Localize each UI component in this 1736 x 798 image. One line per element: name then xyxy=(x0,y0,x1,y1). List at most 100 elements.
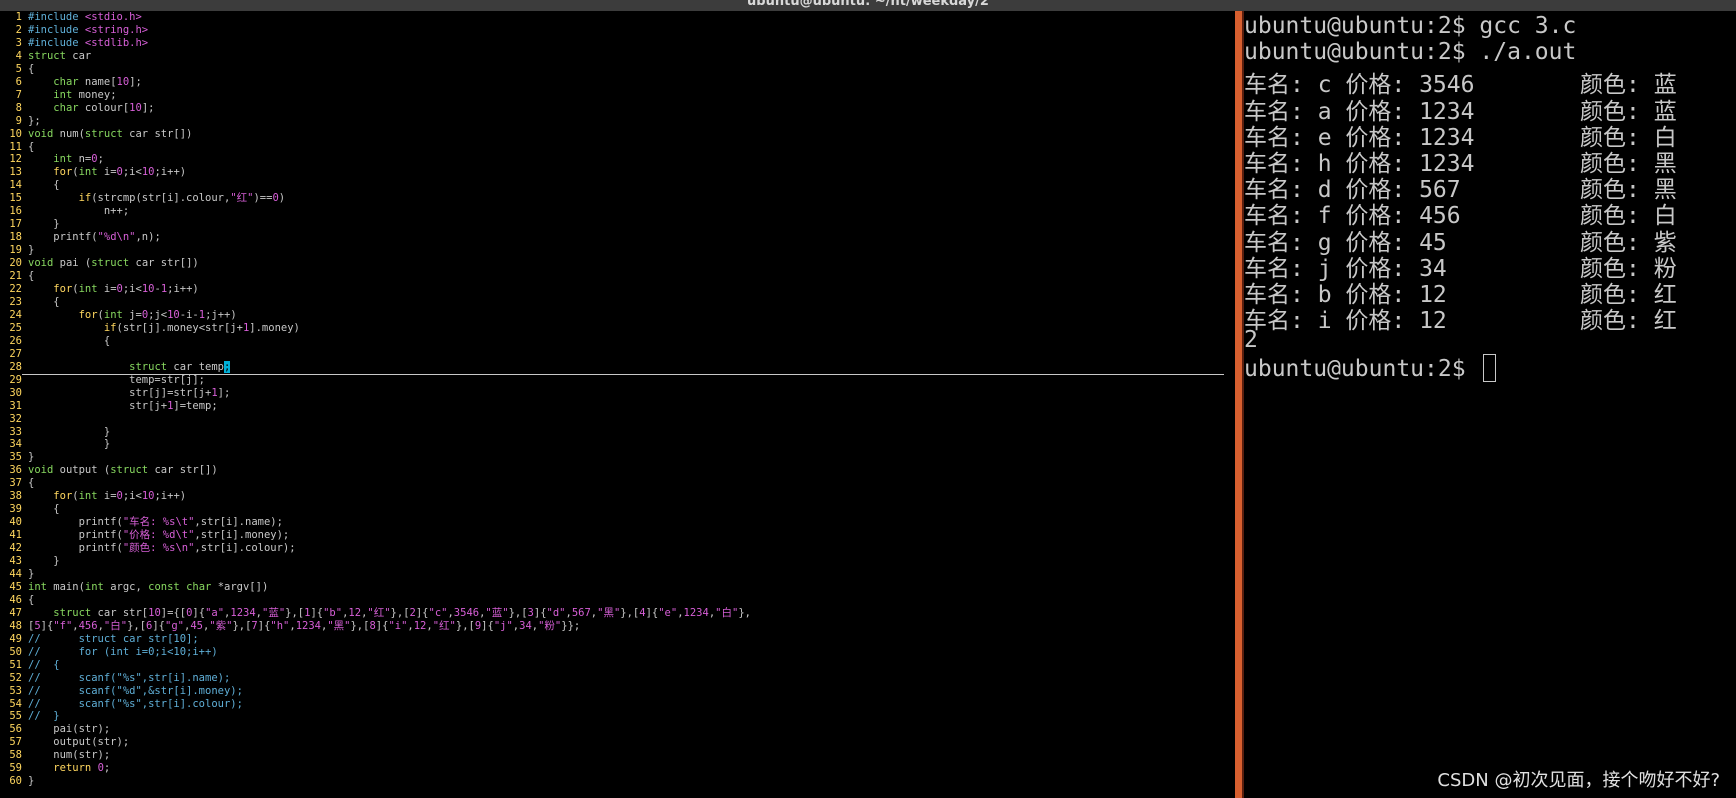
code-token: ; xyxy=(97,153,104,166)
code-line[interactable]: 9}; xyxy=(6,115,751,128)
code-line[interactable]: 6 char name[10]; xyxy=(6,76,751,89)
code-token: },[ xyxy=(508,606,528,619)
code-line[interactable]: 30 str[j]=str[j+1]; xyxy=(6,387,751,400)
code-token: %d\t xyxy=(162,529,189,542)
code-line[interactable]: 52 // scanf("%s",str[i].name); xyxy=(6,672,751,685)
code-line[interactable]: 28 struct car temp; xyxy=(6,360,751,374)
line-number: 50 xyxy=(9,645,22,658)
code-token: 1234 xyxy=(683,606,709,619)
code-token: void xyxy=(28,127,54,140)
line-number: 49 xyxy=(9,632,22,645)
code-token: int xyxy=(78,283,98,296)
code-line[interactable]: 16 n++; xyxy=(6,205,751,218)
line-number: 12 xyxy=(9,153,22,166)
code-line[interactable]: 47 struct car str[10]={[0]{"a",1234,"蓝"}… xyxy=(6,607,751,620)
window-title: ubuntu@ubuntu: ~/ht/weekday/2 xyxy=(747,0,989,9)
code-line[interactable]: 31 str[j+1]=temp; xyxy=(6,400,751,413)
code-token: ].money) xyxy=(249,321,300,334)
code-line[interactable]: 51 // { xyxy=(6,659,751,672)
code-line[interactable]: 49 // struct car str[10]; xyxy=(6,633,751,646)
code-line[interactable]: 24 for(int j=0;j<10-i-1;j++) xyxy=(6,309,751,322)
code-line[interactable]: 18 printf("%d\n",n); xyxy=(6,231,751,244)
code-line[interactable]: 57 output(str); xyxy=(6,736,751,749)
code-line[interactable]: 15 if(strcmp(str[i].colour,"红")==0) xyxy=(6,192,751,205)
code-line[interactable]: 10 void num(struct car str[]) xyxy=(6,128,751,141)
code-line[interactable]: 55 // } xyxy=(6,710,751,723)
line-number: 44 xyxy=(9,567,22,580)
line-number: 43 xyxy=(9,555,22,568)
code-line[interactable]: 44} xyxy=(6,568,751,581)
code-line[interactable]: 26 { xyxy=(6,335,751,348)
code-token: // scanf("%s",str[i].colour); xyxy=(28,697,243,710)
code-line[interactable]: 7 int money; xyxy=(6,89,751,102)
code-line[interactable]: 27 xyxy=(6,348,751,361)
code-line[interactable]: 46 { xyxy=(6,594,751,607)
terminal-pane[interactable]: ubuntu@ubuntu:2$ gcc 3.c ubuntu@ubuntu:2$… xyxy=(1244,11,1736,798)
code-line[interactable]: 1 #include <stdio.h> xyxy=(6,11,751,24)
code-line[interactable]: 2 #include <string.h> xyxy=(6,24,751,37)
code-token: 3546 xyxy=(453,606,480,619)
code-line[interactable]: 40 printf("车名: %s\t",str[i].name); xyxy=(6,516,751,529)
code-line[interactable]: 22 for(int i=0;i<10-1;i++) xyxy=(6,283,751,296)
code-token: car str[]) xyxy=(129,257,199,270)
code-line[interactable]: 20 void pai (struct car str[]) xyxy=(6,257,751,270)
code-token: const xyxy=(148,580,180,593)
code-line[interactable]: 60} xyxy=(6,775,751,788)
code-token: { xyxy=(28,503,60,516)
code-line[interactable]: 19} xyxy=(6,244,751,257)
line-number: 1 xyxy=(15,11,22,23)
code-line[interactable]: 53 // scanf("%d",&str[i].money); xyxy=(6,685,751,698)
code-line[interactable]: 32 xyxy=(6,413,751,426)
code-line[interactable]: 42 printf("颜色: %s\n",str[i].colour); xyxy=(6,542,751,555)
terminal-colour-column: 颜色: 红 xyxy=(1580,308,1677,335)
code-token: "e" xyxy=(658,606,678,619)
code-line[interactable]: 13 for(int i=0;i<10;i++) xyxy=(6,166,751,179)
pane-divider[interactable] xyxy=(1235,11,1242,798)
code-line[interactable]: 23 { xyxy=(6,296,751,309)
code-line[interactable]: 36 void output (struct car str[]) xyxy=(6,464,751,477)
code-line[interactable]: 3 #include <stdlib.h> xyxy=(6,37,751,50)
code-line[interactable]: 59 return 0; xyxy=(6,762,751,775)
code-line[interactable]: 54 // scanf("%s",str[i].colour); xyxy=(6,698,751,711)
code-view[interactable]: 1 #include <stdio.h> 2 #include <string.h> 3… xyxy=(6,11,751,788)
code-line[interactable]: 5{ xyxy=(6,63,751,76)
code-line[interactable]: 8 char colour[10]; xyxy=(6,102,751,115)
code-line[interactable]: 21 { xyxy=(6,270,751,283)
code-line[interactable]: 56 pai(str); xyxy=(6,723,751,736)
code-line[interactable]: 38 for(int i=0;i<10;i++) xyxy=(6,490,751,503)
code-line[interactable]: 35} xyxy=(6,451,751,464)
code-line[interactable]: 25 if(str[j].money<str[j+1].money) xyxy=(6,322,751,335)
code-token: ]{ xyxy=(192,606,206,619)
code-token: } xyxy=(28,555,60,568)
code-line[interactable]: 29 temp=str[j]; xyxy=(6,374,751,387)
code-line[interactable]: 45 int main(int argc, const char *argv[]) xyxy=(6,581,751,594)
code-token: }; xyxy=(28,114,41,127)
code-line[interactable]: 50 // for (int i=0;i<10;i++) xyxy=(6,646,751,659)
code-token: // scanf("%s",str[i].name); xyxy=(28,671,231,684)
code-token: { xyxy=(28,295,60,308)
code-line[interactable]: 37 { xyxy=(6,477,751,490)
code-line[interactable]: 43 } xyxy=(6,555,751,568)
code-line[interactable]: 17 } xyxy=(6,218,751,231)
code-line[interactable]: 34 } xyxy=(6,438,751,451)
code-line[interactable]: 58 num(str); xyxy=(6,749,751,762)
code-token: } xyxy=(28,244,35,257)
terminal-cursor[interactable] xyxy=(1483,353,1497,382)
code-line[interactable]: 14 { xyxy=(6,179,751,192)
code-line[interactable]: 41 printf("价格: %d\t",str[i].money); xyxy=(6,529,751,542)
code-line[interactable]: 4 struct car xyxy=(6,50,751,63)
code-line[interactable]: 48 [5]{"f",456,"白"},[6]{"g",45,"紫"},[7]{"… xyxy=(6,620,751,633)
code-token: } xyxy=(28,438,111,451)
line-number: 32 xyxy=(9,412,22,425)
code-token: main( xyxy=(46,580,85,593)
vim-editor-pane[interactable]: 1 #include <stdio.h> 2 #include <string.h> 3… xyxy=(0,11,1235,798)
code-line[interactable]: 33 } xyxy=(6,426,751,439)
line-number: 59 xyxy=(9,762,22,775)
code-line[interactable]: 12 int n=0; xyxy=(6,153,751,166)
code-token: return xyxy=(53,762,92,775)
code-line[interactable]: 11 { xyxy=(6,141,751,154)
code-line[interactable]: 39 { xyxy=(6,503,751,516)
